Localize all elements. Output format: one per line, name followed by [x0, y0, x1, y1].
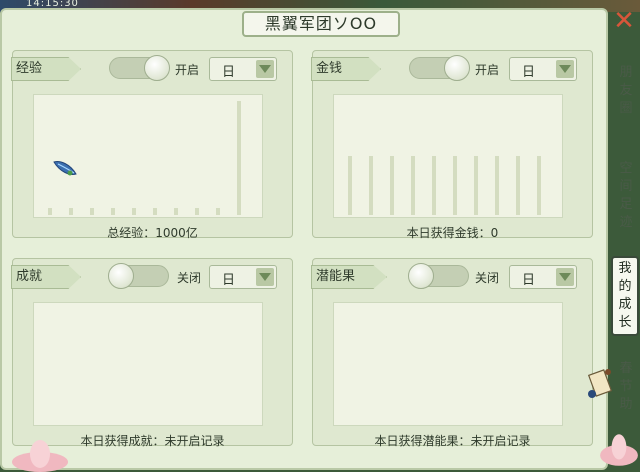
card-caption: 本日获得金钱：0	[406, 226, 499, 240]
card-tag: 潜能果	[311, 265, 387, 289]
chart-bar	[411, 156, 415, 215]
tab-friends-circle[interactable]: 朋友圈	[614, 64, 638, 118]
card-experience: 经验 开启 日 总经验：1000亿	[11, 50, 293, 240]
period-dropdown[interactable]: 日	[509, 57, 577, 81]
chart-bar	[432, 156, 436, 215]
chart-bar	[174, 208, 178, 215]
card-achievement: 成就 关闭 日 本日获得成就：未开启记录	[11, 258, 293, 448]
period-value: 日	[222, 273, 236, 288]
achievement-toggle[interactable]	[108, 263, 169, 289]
toggle-knob[interactable]	[408, 263, 434, 289]
money-toggle[interactable]	[409, 55, 470, 81]
chart-bar	[348, 156, 352, 215]
experience-toggle[interactable]	[109, 55, 170, 81]
chevron-down-icon[interactable]	[256, 60, 274, 78]
toggle-knob[interactable]	[108, 263, 134, 289]
toggle-state-label: 开启	[475, 63, 500, 77]
feather-icon	[53, 161, 77, 176]
chart-bar	[369, 156, 373, 215]
card-caption: 总经验：1000亿	[107, 226, 198, 240]
toggle-knob[interactable]	[144, 55, 170, 81]
chart-bar	[237, 101, 241, 215]
tab-my-growth[interactable]: 我的成长	[611, 256, 639, 336]
chart-bar	[516, 156, 520, 215]
chart-bar	[90, 208, 94, 215]
card-caption: 本日获得潜能果：未开启记录	[374, 434, 531, 448]
scroll-icon[interactable]	[586, 366, 614, 402]
tab-spring-festival[interactable]: 春节助	[614, 360, 638, 414]
period-value: 日	[522, 65, 536, 80]
tab-space-footprint[interactable]: 空间足迹	[614, 160, 638, 232]
card-tag: 成就	[11, 265, 81, 289]
chevron-down-icon[interactable]	[556, 268, 574, 286]
chart-bar	[153, 208, 157, 215]
card-potential-fruit: 潜能果 关闭 日 本日获得潜能果：未开启记录	[311, 258, 593, 448]
chart-bar	[132, 208, 136, 215]
lotus-decoration-icon	[600, 434, 638, 466]
toggle-state-label: 关闭	[475, 271, 500, 285]
toggle-knob[interactable]	[444, 55, 470, 81]
close-icon: ✕	[613, 6, 635, 36]
period-dropdown[interactable]: 日	[209, 265, 277, 289]
period-dropdown[interactable]: 日	[209, 57, 277, 81]
close-button[interactable]: ✕	[610, 8, 638, 36]
card-tag: 金钱	[311, 57, 381, 81]
period-dropdown[interactable]: 日	[509, 265, 577, 289]
card-money: 金钱 开启 日 本日获得金钱：0	[311, 50, 593, 240]
potential-fruit-chart	[333, 302, 563, 426]
chart-bar	[48, 208, 52, 215]
period-value: 日	[522, 273, 536, 288]
experience-chart	[33, 94, 263, 218]
chart-bar	[537, 156, 541, 215]
chart-bar	[195, 208, 199, 215]
chart-bar	[216, 208, 220, 215]
panel-title: 黑翼军团ソOO	[242, 11, 400, 37]
period-value: 日	[222, 65, 236, 80]
toggle-state-label: 关闭	[177, 271, 202, 285]
money-chart	[333, 94, 563, 218]
chevron-down-icon[interactable]	[556, 60, 574, 78]
potential-fruit-toggle[interactable]	[408, 263, 469, 289]
achievement-chart	[33, 302, 263, 426]
lotus-decoration-icon	[12, 440, 68, 472]
chart-bar	[390, 156, 394, 215]
chart-bar	[111, 208, 115, 215]
card-tag: 经验	[11, 57, 81, 81]
chevron-down-icon[interactable]	[256, 268, 274, 286]
chart-bar	[495, 156, 499, 215]
chart-bar	[453, 156, 457, 215]
chart-bar	[69, 208, 73, 215]
chart-bar	[474, 156, 478, 215]
toggle-state-label: 开启	[175, 63, 200, 77]
